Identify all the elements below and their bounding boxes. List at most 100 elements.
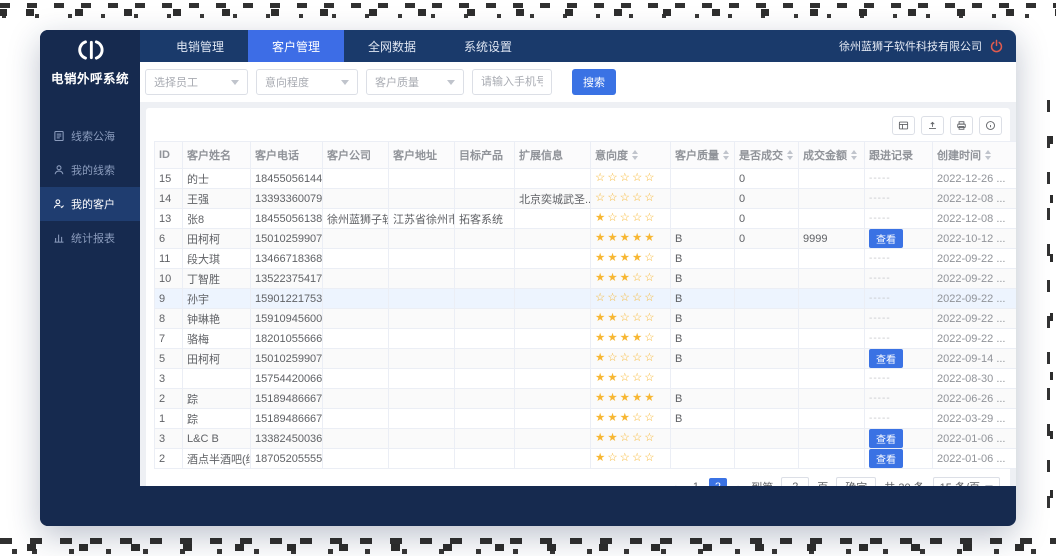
sort-caret-icon[interactable]: [787, 150, 793, 160]
sidebar-item-3[interactable]: 我的客户: [40, 187, 140, 221]
sort-caret-icon[interactable]: [632, 150, 638, 160]
cell-customer-address: [389, 449, 455, 469]
table-row[interactable]: 7 骆梅 18201055666 ★ ★ ★ ★ ☆ B ----- 2022-09-22 ...: [155, 329, 1016, 349]
info-icon: [985, 120, 996, 131]
cell-customer-company: [323, 409, 389, 429]
table-row[interactable]: 3 L&C B 13382450036 ★ ★ ☆ ☆ ☆ 查看 2022-01-06 ...: [155, 429, 1016, 449]
nav-tab-4[interactable]: 系统设置: [440, 30, 536, 62]
column-header[interactable]: 是否成交: [735, 142, 799, 169]
column-header[interactable]: 意向度: [591, 142, 671, 169]
view-record-button[interactable]: 查看: [869, 449, 903, 468]
column-header: 客户电话: [251, 142, 323, 169]
cell-target-product: [455, 449, 515, 469]
column-header[interactable]: 客户质量: [671, 142, 735, 169]
cell-customer-address: [389, 269, 455, 289]
table-row[interactable]: 2 踪 15189486667 ★ ★ ★ ★ ★ B ----- 2022-06-26 ...: [155, 389, 1016, 409]
cell-follow-record: -----: [865, 249, 933, 269]
cell-intent-stars: ★ ★ ★ ★ ★: [591, 389, 671, 409]
star-filled-icon: ★: [631, 391, 643, 404]
cell-extra-info: [515, 169, 591, 189]
cell-customer-quality: B: [671, 329, 735, 349]
customer-table: ID 客户姓名 客户电话 客户公司 客户地址 目标产品 扩展信息 意向度 客户质量 是否成交 成交金…: [154, 141, 1016, 469]
column-header[interactable]: 创建时间: [933, 142, 1016, 169]
cell-follow-record: -----: [865, 169, 933, 189]
table-row[interactable]: 8 钟琳艳 15910945600 ★ ★ ☆ ☆ ☆ B ----- 2022-09-22 ...: [155, 309, 1016, 329]
view-record-button[interactable]: 查看: [869, 229, 903, 248]
cell-target-product: [455, 429, 515, 449]
table-row[interactable]: 9 孙宇 15901221753 ☆ ☆ ☆ ☆ ☆ B ----- 2022-09-22 ...: [155, 289, 1016, 309]
star-empty-icon: ☆: [644, 411, 655, 424]
table-row[interactable]: 3 15754420066 ★ ★ ☆ ☆ ☆ ----- 2022-08-30 ...: [155, 369, 1016, 389]
star-empty-icon: ☆: [644, 211, 655, 224]
sidebar-item-4[interactable]: 统计报表: [40, 221, 140, 255]
star-empty-icon: ☆: [644, 451, 655, 464]
table-row[interactable]: 15 的士 18455056144 ☆ ☆ ☆ ☆ ☆ 0 ----- 2022-12-26 ...: [155, 169, 1016, 189]
cell-deal-amount: 9999: [799, 229, 865, 249]
cell-follow-record: 查看: [865, 449, 933, 469]
cell-customer-quality: B: [671, 289, 735, 309]
empty-record-dash: -----: [869, 413, 891, 424]
intent-select[interactable]: 意向程度: [256, 69, 358, 95]
empty-record-dash: -----: [869, 253, 891, 264]
cell-extra-info: [515, 249, 591, 269]
cell-extra-info: [515, 429, 591, 449]
table-row[interactable]: 6 田柯柯 15010259907 ★ ★ ★ ★ ★ B 0 9999 查看 2022-10-12 .…: [155, 229, 1016, 249]
cell-customer-phone: 18201055666: [251, 329, 323, 349]
star-empty-icon: ☆: [631, 411, 643, 424]
search-button[interactable]: 搜索: [572, 69, 616, 95]
sort-caret-icon[interactable]: [985, 150, 991, 160]
scan-noise-right: [1046, 100, 1054, 530]
nav-tab-3[interactable]: 全网数据: [344, 30, 440, 62]
table-row[interactable]: 2酒点半酒吧(绿...18705205555★☆☆☆☆查看2022-01-06 …: [155, 449, 1016, 469]
column-header: 跟进记录: [865, 142, 933, 169]
cell-customer-company: [323, 449, 389, 469]
column-header[interactable]: 成交金额: [799, 142, 865, 169]
export-button[interactable]: [892, 116, 915, 135]
cell-intent-stars: ★ ★ ☆ ☆ ☆: [591, 429, 671, 449]
nav-tab-2[interactable]: 客户管理: [248, 30, 344, 62]
cell-extra-info: [515, 409, 591, 429]
quality-select[interactable]: 客户质量: [366, 69, 464, 95]
upload-button[interactable]: [921, 116, 944, 135]
topbar-right: 徐州蓝狮子软件科技有限公司: [839, 38, 1016, 54]
view-record-button[interactable]: 查看: [869, 429, 903, 448]
star-filled-icon: ★: [607, 311, 618, 324]
cell-customer-name: 段大琪: [183, 249, 251, 269]
star-empty-icon: ☆: [607, 171, 618, 184]
table-row[interactable]: 5 田柯柯 15010259907 ★ ☆ ☆ ☆ ☆ B 查看 2022-09-14 ...: [155, 349, 1016, 369]
table-row[interactable]: 13张818455056138徐州蓝狮子软...江苏省徐州市...拓客系统★☆☆…: [155, 209, 1016, 229]
nav-tab-1[interactable]: 电销管理: [152, 30, 248, 62]
table-row[interactable]: 11 段大琪 13466718368 ★ ★ ★ ★ ☆ B ----- 2022-09-22 ..…: [155, 249, 1016, 269]
print-button[interactable]: [950, 116, 973, 135]
cell-created-time: 2022-12-08 ...: [933, 209, 1016, 229]
sidebar-item-label: 统计报表: [71, 233, 115, 245]
cell-customer-phone: 13382450036: [251, 429, 323, 449]
star-empty-icon: ☆: [607, 451, 618, 464]
view-record-button[interactable]: 查看: [869, 349, 903, 368]
cell-created-time: 2022-09-22 ...: [933, 269, 1016, 289]
table-row[interactable]: 1 踪 15189486667 ★ ★ ★ ☆ ☆ B ----- 2022-03-29 ...: [155, 409, 1016, 429]
cell-customer-name: 的士: [183, 169, 251, 189]
star-empty-icon: ☆: [644, 171, 655, 184]
sort-caret-icon[interactable]: [851, 150, 857, 160]
cell-customer-company: [323, 249, 389, 269]
info-button[interactable]: [979, 116, 1002, 135]
sort-caret-icon[interactable]: [723, 150, 729, 160]
table-row[interactable]: 14 王强 13393360079 北京奕城武圣... ☆ ☆ ☆ ☆ ☆ 0 ----- 2022-…: [155, 189, 1016, 209]
employee-select[interactable]: 选择员工: [145, 69, 248, 95]
cell-customer-phone: 13466718368: [251, 249, 323, 269]
cell-customer-company: [323, 389, 389, 409]
table-row[interactable]: 10 丁智胜 13522375417 ★ ★ ★ ☆ ☆ B ----- 2022-09-22 ..…: [155, 269, 1016, 289]
star-empty-icon: ☆: [595, 191, 606, 204]
cell-customer-address: [389, 229, 455, 249]
sidebar-item-2[interactable]: 我的线索: [40, 153, 140, 187]
cell-id: 7: [155, 329, 183, 349]
cell-customer-company: [323, 329, 389, 349]
cell-deal-status: 0: [735, 189, 799, 209]
cell-target-product: [455, 289, 515, 309]
power-icon[interactable]: [989, 39, 1004, 54]
cell-created-time: 2022-06-26 ...: [933, 389, 1016, 409]
sidebar-item-1[interactable]: 线索公海: [40, 119, 140, 153]
star-filled-icon: ★: [631, 251, 643, 264]
phone-input[interactable]: [472, 69, 552, 95]
